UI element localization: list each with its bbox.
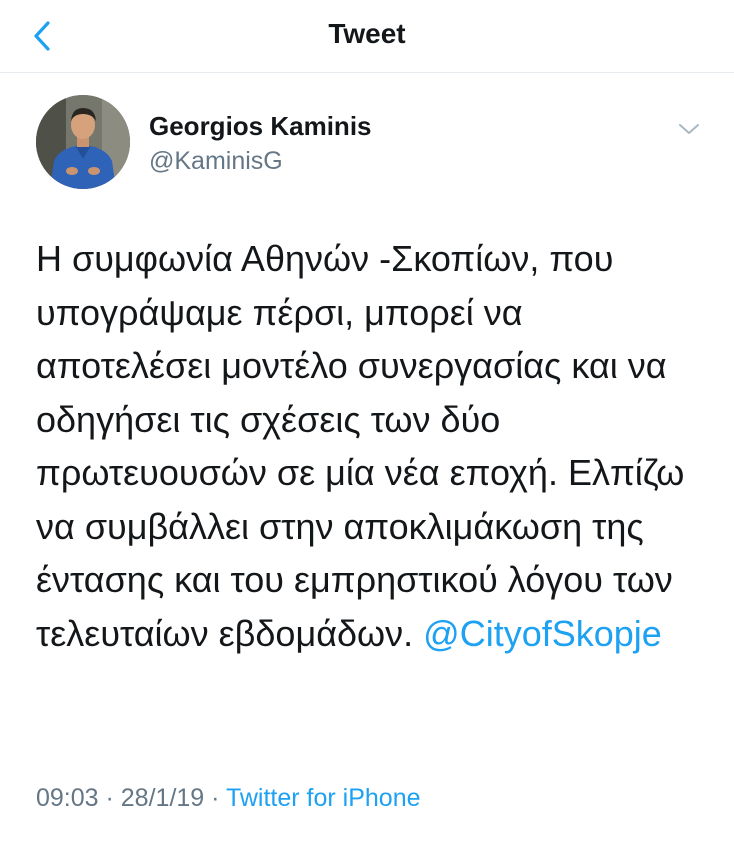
tweet-source-link[interactable]: Twitter for iPhone xyxy=(226,784,421,812)
avatar-image xyxy=(36,95,130,189)
page-title: Tweet xyxy=(328,18,406,49)
top-bar: Tweet xyxy=(0,0,734,73)
tweet-body: Η συμφωνία Αθηνών -Σκοπίων, που υπογράψα… xyxy=(36,238,695,654)
meta-separator: · xyxy=(98,784,121,812)
tweet-time: 09:03 xyxy=(36,784,99,812)
avatar[interactable] xyxy=(36,95,130,189)
tweet-author: Georgios Kaminis @KaminisG xyxy=(36,95,699,195)
meta-separator: · xyxy=(204,784,226,812)
chevron-down-icon xyxy=(679,124,699,134)
tweet-menu-button[interactable] xyxy=(676,119,702,139)
author-handle[interactable]: @KaminisG xyxy=(149,147,283,176)
tweet-meta: 09:03 · 28/1/19 · Twitter for iPhone xyxy=(36,784,421,813)
mention-link[interactable]: @CityofSkopje xyxy=(423,613,662,654)
tweet-text: Η συμφωνία Αθηνών -Σκοπίων, που υπογράψα… xyxy=(36,232,704,660)
tweet-date: 28/1/19 xyxy=(120,784,205,812)
author-name[interactable]: Georgios Kaminis xyxy=(149,111,372,142)
